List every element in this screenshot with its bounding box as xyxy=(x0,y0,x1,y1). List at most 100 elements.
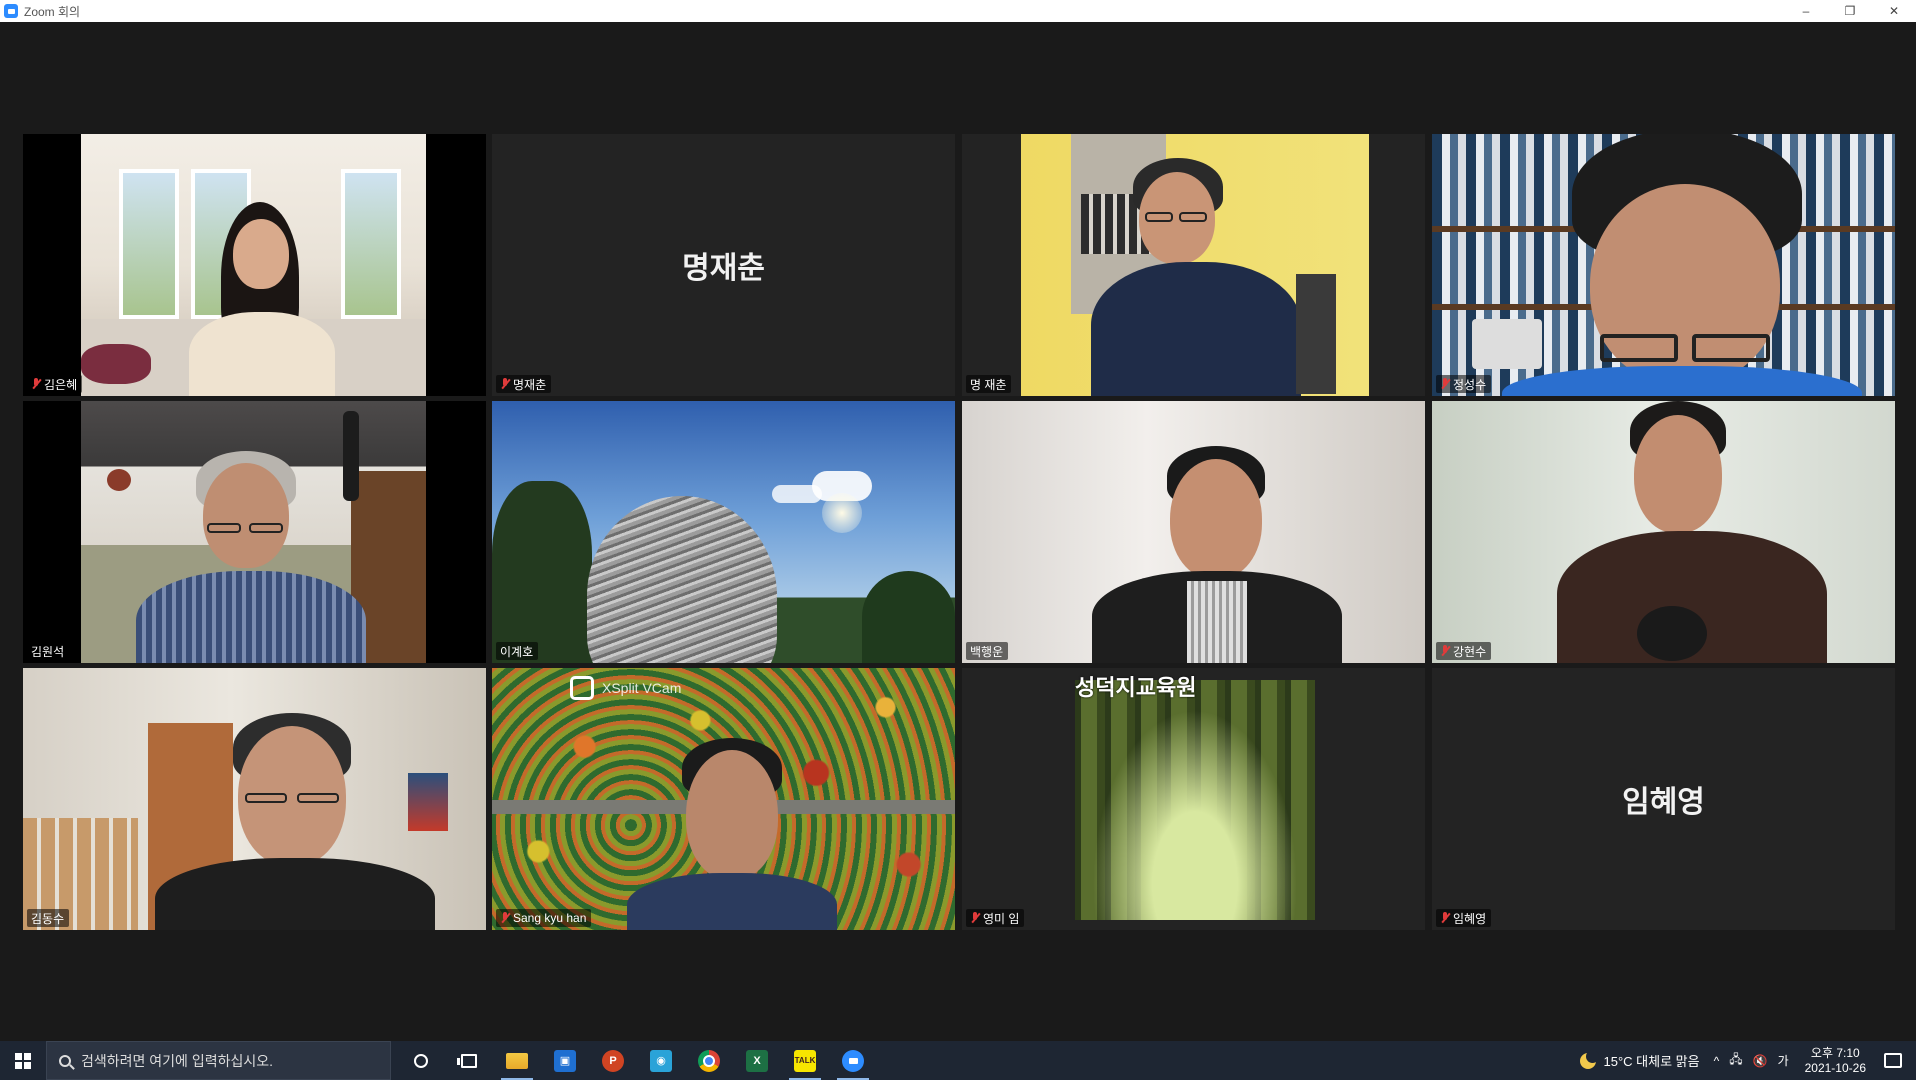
mic-muted-icon xyxy=(500,912,510,924)
participant-name: 명재춘 xyxy=(513,377,547,392)
mic-muted-icon xyxy=(1440,645,1450,657)
participant-name-label: 이계호 xyxy=(496,642,539,660)
camera-app-button[interactable]: ◉ xyxy=(637,1041,685,1080)
task-view-button[interactable] xyxy=(445,1041,493,1080)
mic-muted-icon xyxy=(1440,912,1450,924)
kakaotalk-icon: TALK xyxy=(794,1049,816,1072)
video-tile-kang-hyunsoo[interactable]: 강현수 xyxy=(1432,401,1895,663)
participant-video: XSplit VCam xyxy=(492,668,955,930)
participant-display-name: 명재춘 xyxy=(682,252,765,285)
video-tile-im-hyeyoung[interactable]: 임혜영 임혜영 xyxy=(1432,668,1895,930)
participant-video xyxy=(1021,134,1369,396)
participant-name-label: 명재춘 xyxy=(496,375,552,393)
clock-time: 오후 7:10 xyxy=(1810,1045,1860,1060)
store-icon: ▣ xyxy=(554,1049,576,1072)
taskbar-search-box[interactable]: 검색하려면 여기에 입력하십시오. xyxy=(46,1041,391,1080)
participant-video xyxy=(962,401,1425,663)
participant-video xyxy=(492,401,955,663)
restore-button[interactable]: ❐ xyxy=(1828,0,1872,22)
close-button[interactable]: ✕ xyxy=(1872,0,1916,22)
zoom-app-icon xyxy=(4,4,18,18)
zoom-icon xyxy=(842,1049,864,1072)
participant-name: 김은혜 xyxy=(44,377,78,392)
participant-name: 명 재춘 xyxy=(970,377,1007,392)
participant-name-label: 임혜영 xyxy=(1436,909,1492,927)
zoom-taskbar-button[interactable] xyxy=(829,1041,877,1080)
window-title: Zoom 회의 xyxy=(24,4,81,19)
mic-muted-icon xyxy=(970,912,980,924)
participant-video xyxy=(1432,401,1895,663)
excel-icon: X xyxy=(746,1049,768,1072)
folder-icon xyxy=(506,1052,528,1069)
participant-name: 정성수 xyxy=(1453,377,1487,392)
taskbar-apps: ▣ P ◉ X TALK xyxy=(397,1041,877,1080)
profile-picture-caption: 성덕지교육원 xyxy=(1075,675,1197,700)
weather-moon-icon xyxy=(1579,1049,1599,1069)
participant-name-label: 정성수 xyxy=(1436,375,1492,393)
participant-name: 김동수 xyxy=(31,911,65,926)
cortana-icon xyxy=(414,1053,428,1068)
participant-name: 영미 임 xyxy=(983,911,1020,926)
participant-name: Sang kyu han xyxy=(513,911,587,925)
mic-muted-icon xyxy=(500,378,510,390)
video-tile-youngmi-im[interactable]: 성덕지교육원 영미 임 xyxy=(962,668,1425,930)
microsoft-store-button[interactable]: ▣ xyxy=(541,1041,589,1080)
camera-icon: ◉ xyxy=(650,1049,672,1072)
excel-button[interactable]: X xyxy=(733,1041,781,1080)
minimize-button[interactable]: – xyxy=(1784,0,1828,22)
participant-name-label: 김원석 xyxy=(27,642,70,660)
participant-video xyxy=(1432,134,1895,396)
taskbar-clock[interactable]: 오후 7:10 2021-10-26 xyxy=(1805,1046,1866,1076)
participant-name: 백행운 xyxy=(970,644,1004,659)
participant-name-label: 백행운 xyxy=(966,642,1009,660)
video-tile-lee-gyeho[interactable]: 이계호 xyxy=(492,401,955,663)
video-tile-sang-kyu-han[interactable]: XSplit VCam Sang kyu han xyxy=(492,668,955,930)
ime-indicator[interactable]: 가 xyxy=(1778,1052,1789,1069)
mic-muted-icon xyxy=(31,378,41,390)
participant-name: 임혜영 xyxy=(1453,911,1487,926)
powerpoint-icon: P xyxy=(602,1049,624,1072)
task-view-icon xyxy=(457,1053,477,1068)
video-tile-kim-wonseok[interactable]: 김원석 xyxy=(23,401,486,663)
weather-widget[interactable]: 15°C 대체로 맑음 xyxy=(1604,1051,1700,1070)
search-icon xyxy=(59,1054,71,1067)
virtual-camera-watermark: XSplit VCam xyxy=(602,680,682,696)
participant-name: 김원석 xyxy=(31,644,65,659)
participant-name-label: 강현수 xyxy=(1436,642,1492,660)
participant-video xyxy=(23,668,486,930)
video-tile-kim-dongsoo[interactable]: 김동수 xyxy=(23,668,486,930)
video-tile-myung-jaechun-2[interactable]: 명 재춘 xyxy=(962,134,1425,396)
participant-name: 강현수 xyxy=(1453,644,1487,659)
window-titlebar: Zoom 회의 – ❐ ✕ xyxy=(0,0,1916,22)
participant-video xyxy=(81,134,426,396)
mic-muted-icon xyxy=(1440,378,1450,390)
profile-picture xyxy=(1075,680,1315,920)
chrome-button[interactable] xyxy=(685,1041,733,1080)
participant-video xyxy=(81,401,426,663)
participant-name-label: 김동수 xyxy=(27,909,70,927)
participant-name-label: 김은혜 xyxy=(27,375,83,393)
notification-center-icon[interactable] xyxy=(1884,1053,1902,1068)
file-explorer-button[interactable] xyxy=(493,1041,541,1080)
volume-muted-icon[interactable]: 🔇 xyxy=(1753,1054,1768,1068)
clock-date: 2021-10-26 xyxy=(1804,1060,1866,1075)
video-tile-baek-haengun-active-speaker[interactable]: 백행운 xyxy=(962,401,1425,663)
network-icon[interactable]: 🖧 xyxy=(1729,1050,1742,1071)
meeting-gallery: 김은혜 명재춘 명재춘 명 재춘 정성수 김원석 이계호 백행운 강현수 김동수… xyxy=(0,22,1916,1041)
windows-logo-icon xyxy=(15,1052,31,1069)
start-button[interactable] xyxy=(0,1041,46,1080)
participant-name: 이계호 xyxy=(500,644,534,659)
powerpoint-button[interactable]: P xyxy=(589,1041,637,1080)
search-placeholder: 검색하려면 여기에 입력하십시오. xyxy=(81,1052,273,1069)
kakaotalk-button[interactable]: TALK xyxy=(781,1041,829,1080)
video-tile-myung-jaechun[interactable]: 명재춘 명재춘 xyxy=(492,134,955,396)
participant-name-label: 명 재춘 xyxy=(966,375,1012,393)
window-controls: – ❐ ✕ xyxy=(1784,0,1916,22)
video-tile-kim-eunhye[interactable]: 김은혜 xyxy=(23,134,486,396)
video-tile-jung-sungsoo[interactable]: 정성수 xyxy=(1432,134,1895,396)
show-hidden-icons-chevron-icon[interactable]: ^ xyxy=(1714,1054,1720,1068)
participant-name-label: Sang kyu han xyxy=(496,909,592,927)
cortana-button[interactable] xyxy=(397,1041,445,1080)
chrome-icon xyxy=(698,1049,720,1072)
system-tray: 15°C 대체로 맑음 ^ 🖧 🔇 가 오후 7:10 2021-10-26 xyxy=(1579,1041,1916,1080)
